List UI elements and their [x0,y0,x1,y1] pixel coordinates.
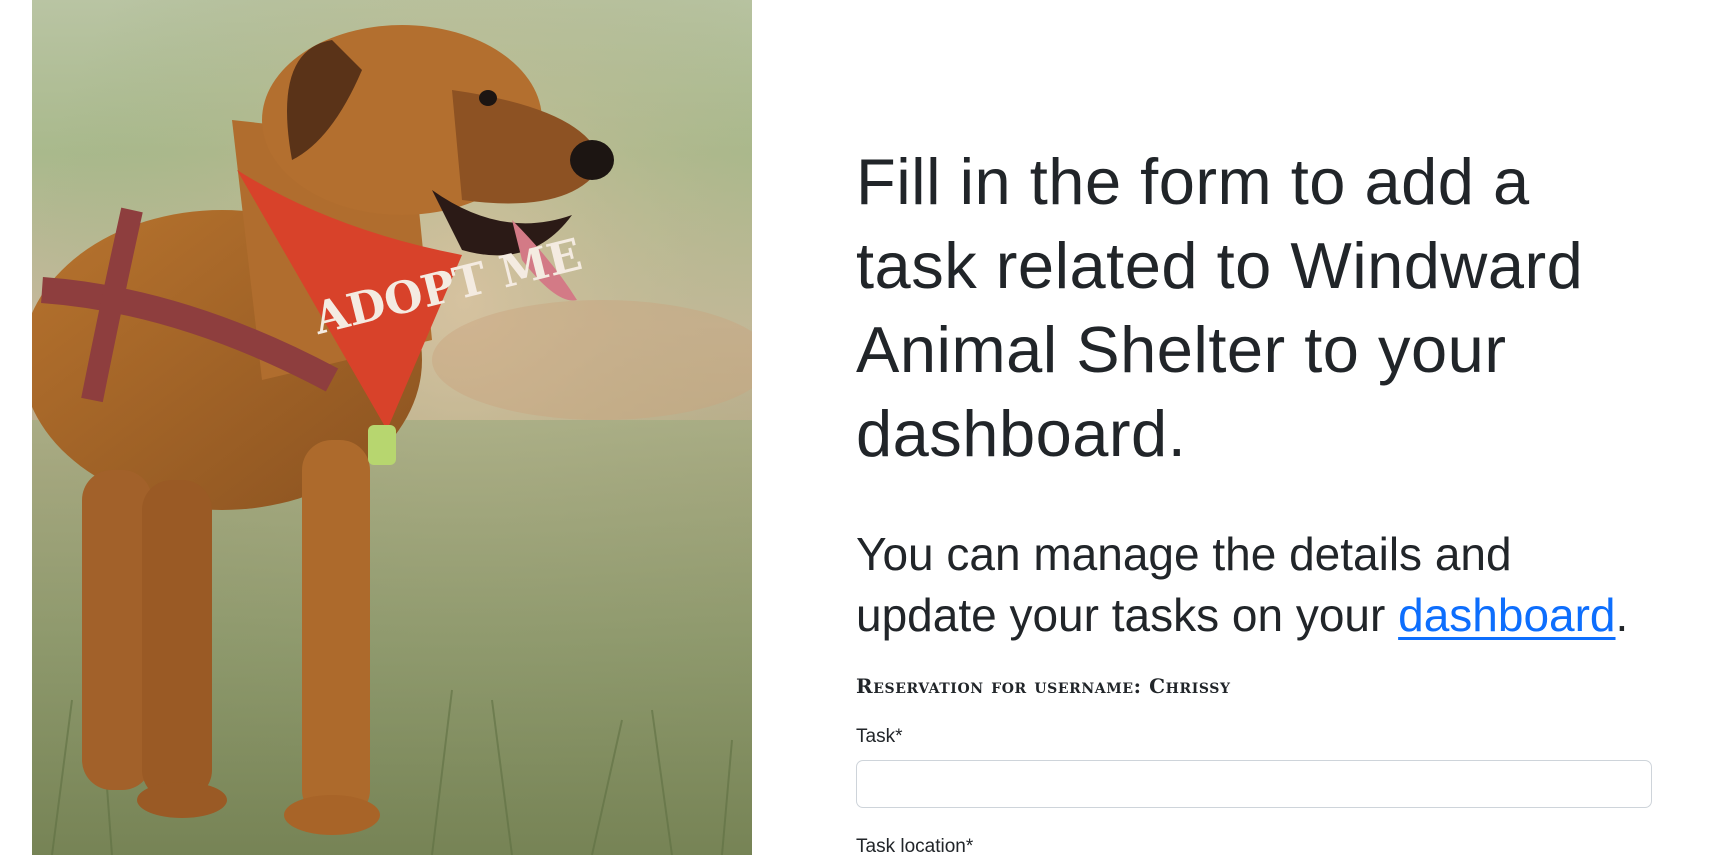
task-input[interactable] [856,760,1652,808]
dashboard-link[interactable]: dashboard [1398,589,1615,641]
adopt-me-dog-photo: ADOPT ME [32,0,752,855]
dashboard-help-text: You can manage the details and update yo… [856,524,1656,646]
task-form-section: Fill in the form to add a task related t… [856,140,1656,858]
reservation-username: Reservation for username: Chrissy [856,674,1231,698]
task-label: Task* [856,726,903,747]
page-title: Fill in the form to add a task related t… [856,145,1584,470]
lead-text-end: . [1615,589,1629,641]
